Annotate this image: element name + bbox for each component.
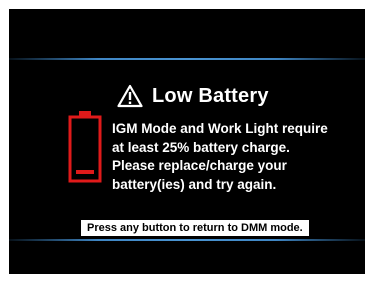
dialog-title: Low Battery bbox=[152, 84, 269, 107]
top-divider bbox=[9, 58, 365, 60]
message-line: Please replace/charge your bbox=[112, 158, 287, 173]
warning-triangle-icon bbox=[117, 84, 143, 108]
low-battery-screen: Low Battery IGM Mode and Work Light requ… bbox=[9, 9, 365, 274]
message-line: IGM Mode and Work Light require bbox=[112, 121, 328, 136]
message-line: at least 25% battery charge. bbox=[112, 139, 290, 155]
bottom-divider bbox=[9, 239, 365, 241]
return-hint: Press any button to return to DMM mode. bbox=[81, 220, 309, 236]
dialog-message: IGM Mode and Work Light require at least… bbox=[112, 120, 352, 194]
low-battery-icon bbox=[68, 111, 102, 183]
message-line: battery(ies) and try again. bbox=[112, 176, 277, 192]
dialog-header: Low Battery bbox=[117, 83, 269, 109]
